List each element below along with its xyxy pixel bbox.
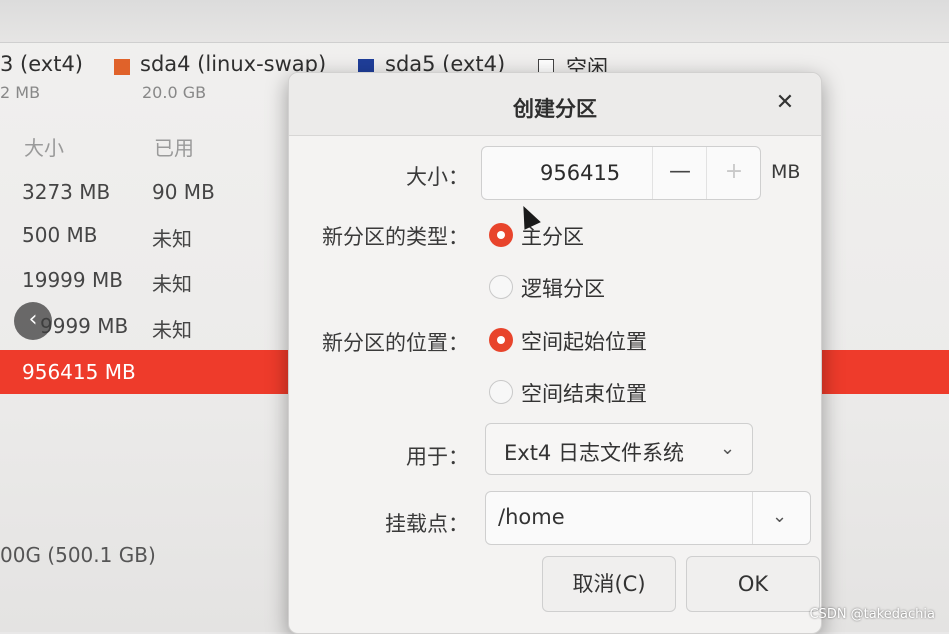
dialog-title: 创建分区 [513,97,597,121]
mount-point-label: 挂载点： [385,512,469,536]
radio-end-of-space[interactable] [489,380,513,404]
dialog-header: 创建分区 ✕ [289,73,821,136]
size-input[interactable]: 956415 [540,161,620,185]
cell-used: 未知 [152,272,192,296]
filesystem-label: 用于： [406,445,469,469]
partition-position-label: 新分区的位置： [322,331,469,355]
size-spinbutton[interactable]: 956415 — + [481,146,761,200]
create-partition-dialog: 创建分区 ✕ 大小： 956415 — + MB 新分区的类型： 主分区 逻辑分… [288,72,822,634]
legend-size-sda4: 20.0 GB [142,83,207,102]
close-icon[interactable]: ✕ [771,89,799,117]
cell-used: 未知 [152,318,192,342]
radio-logical-partition[interactable] [489,275,513,299]
filesystem-dropdown[interactable]: Ext4 日志文件系统 ⌄ [485,423,753,475]
filesystem-value: Ext4 日志文件系统 [504,441,684,465]
mount-point-combo[interactable]: /home ⌄ [485,491,811,545]
column-header-used[interactable]: 已用 [154,132,194,161]
cell-used: 90 MB [152,180,215,204]
cell-used: 未知 [152,227,192,251]
column-header-size[interactable]: 大小 [24,132,64,161]
cell-size: 9999 MB [40,314,129,338]
chevron-down-icon: ⌄ [720,438,736,459]
mount-point-input[interactable]: /home [498,505,565,529]
cell-size: 956415 MB [22,360,136,384]
decrement-button[interactable]: — [652,147,707,199]
increment-button[interactable]: + [706,147,761,199]
size-label: 大小： [406,165,469,189]
radio-primary-partition[interactable] [489,223,513,247]
partition-graph-strip [0,0,949,43]
legend-size-sda3: 2 MB [0,83,41,102]
chevron-down-icon[interactable]: ⌄ [772,506,787,527]
chevron-left-icon[interactable]: ‹ [14,302,52,340]
size-unit: MB [771,161,801,183]
disk-size-label: 00G (500.1 GB) [0,543,156,567]
legend-item-sda3: 3 (ext4) [0,52,83,76]
cancel-button[interactable]: 取消(C) [542,556,676,612]
legend-swatch-swap [114,59,130,75]
cell-size: 3273 MB [22,180,111,204]
cell-size: 500 MB [22,223,98,247]
cell-size: 19999 MB [22,268,123,292]
radio-start-of-space-label[interactable]: 空间起始位置 [521,326,647,356]
ok-button[interactable]: OK [686,556,820,612]
combo-divider [752,492,753,544]
radio-logical-partition-label[interactable]: 逻辑分区 [521,273,605,303]
radio-start-of-space[interactable] [489,328,513,352]
watermark: CSDN @takedachia [809,607,935,622]
radio-end-of-space-label[interactable]: 空间结束位置 [521,378,647,408]
partition-type-label: 新分区的类型： [322,225,469,249]
